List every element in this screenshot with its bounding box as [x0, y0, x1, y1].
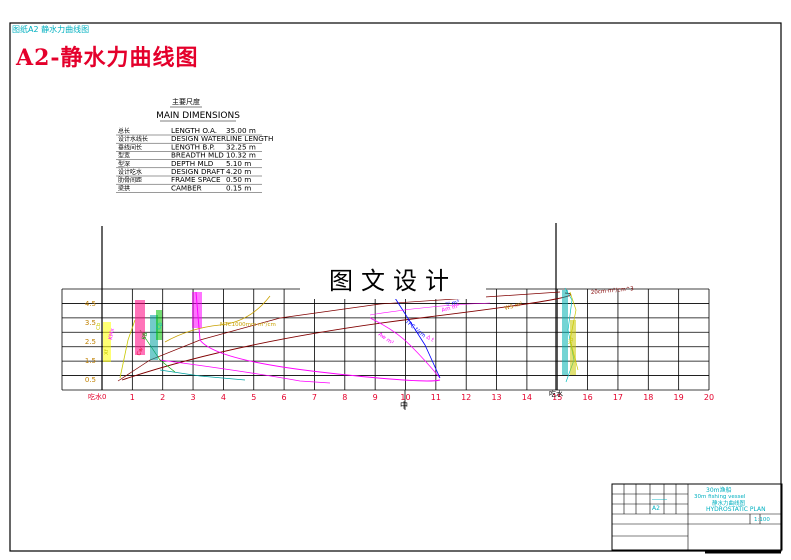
dimension-row-cn: 型宽: [118, 152, 130, 160]
hydrostatic-curve: [159, 359, 331, 384]
y-tick-label: 0.5: [85, 376, 96, 384]
curve-label: Aw m²: [377, 331, 395, 347]
curve-label: KB: [141, 331, 149, 340]
dimensions-heading-en: MAIN DIMENSIONS: [156, 111, 240, 121]
x-tick-label: 18: [643, 393, 653, 402]
hydrostatic-curves: KMx KBCb CpCwXfXbMTC1000mm·m²/cm TPC t/cmAw…: [96, 285, 635, 384]
x-tick-label: 13: [491, 393, 501, 402]
x-tick-label: 20: [704, 393, 714, 402]
curve-label: KMx: [108, 327, 116, 340]
curve-label: TPC t/cm: [403, 318, 427, 339]
dimensions-heading-cn: 主要尺度: [172, 97, 200, 106]
dimension-row-cn: 设计吃水: [118, 168, 142, 176]
curve-label: Cb: [96, 322, 102, 330]
dimensions-table: 主要尺度 MAIN DIMENSIONS 总长 LENGTH O.A. 35.00 …: [116, 97, 273, 193]
curve-label: 20cm·m²/cm^3: [591, 285, 635, 296]
axis-ticks: 吃水0 1 2 3 4 5 6 7 8 9 10 11 12 13 14 15 16 17 18 19 204.53.5…: [85, 300, 714, 410]
svg-text:_____: _____: [651, 493, 668, 500]
hydrostatic-curve: [159, 369, 246, 381]
midship-mark: 中: [400, 400, 408, 410]
dimension-row-value: 0.15 m: [226, 183, 251, 192]
dimension-row-cn: 垂线间长: [118, 143, 142, 151]
curve-label-band: [192, 292, 202, 328]
curve-label: Δ t: [425, 335, 435, 344]
x-tick-label: 11: [431, 393, 441, 402]
curve-label: WS m²: [504, 300, 523, 311]
y-tick-label: 4.5: [85, 300, 96, 308]
dimension-row-cn: 设计水线长: [118, 135, 148, 143]
x-tick-label: 3: [191, 393, 196, 402]
hydrostatic-curve: [117, 291, 561, 382]
title-block-line1: 30m渔船: [706, 486, 731, 494]
curve-label: MTC1000mm·m²/cm: [220, 321, 276, 328]
x-zero-label: 吃水0: [88, 392, 106, 401]
x-tick-label: 7: [312, 393, 317, 402]
hydrostatic-curve: [369, 302, 491, 316]
x-tick-label: 5: [251, 393, 256, 402]
y-tick-label: 2.5: [85, 338, 96, 346]
x-tick-label: 8: [342, 393, 347, 402]
x-tick-label: 17: [613, 393, 623, 402]
x-tick-label: 14: [522, 393, 532, 402]
watermark: 图文设计: [300, 263, 486, 299]
title-block-line2: 30m fishing vessel: [694, 494, 746, 500]
dimension-row-cn: 梁拱: [118, 184, 130, 192]
x-tick-label: 9: [373, 393, 378, 402]
x-tick-label: 1: [130, 393, 135, 402]
hydrostatic-curve: [369, 317, 441, 379]
x-tick-label: 6: [282, 393, 287, 402]
dimension-row-cn: 总长: [118, 127, 130, 135]
hydrostatic-curve: [195, 291, 441, 382]
y-tick-label: 3.5: [85, 319, 96, 327]
dimension-row-cn: 肋骨间距: [118, 176, 142, 184]
dimension-row-en: CAMBER: [171, 183, 202, 192]
x-tick-label: 12: [461, 393, 471, 402]
x-title: 吃水: [549, 389, 563, 398]
dimension-row-cn: 型深: [118, 160, 130, 168]
title-block: 30m渔船 30m fishing vessel 静水力曲线图 HYDROSTA…: [611, 483, 783, 551]
title-block-scale: 1:100: [754, 517, 770, 523]
x-tick-label: 4: [221, 393, 226, 402]
y-tick-label: 1.5: [85, 357, 96, 365]
curve-label-band: [570, 320, 576, 375]
curve-label-band: [135, 300, 145, 355]
x-tick-label: 2: [160, 393, 165, 402]
title-block-code: A2: [652, 505, 660, 512]
x-tick-label: 19: [674, 393, 684, 402]
curve-label-band: [562, 290, 568, 375]
x-tick-label: 16: [583, 393, 593, 402]
title-block-line4: HYDROSTATIC PLAN: [706, 506, 766, 513]
